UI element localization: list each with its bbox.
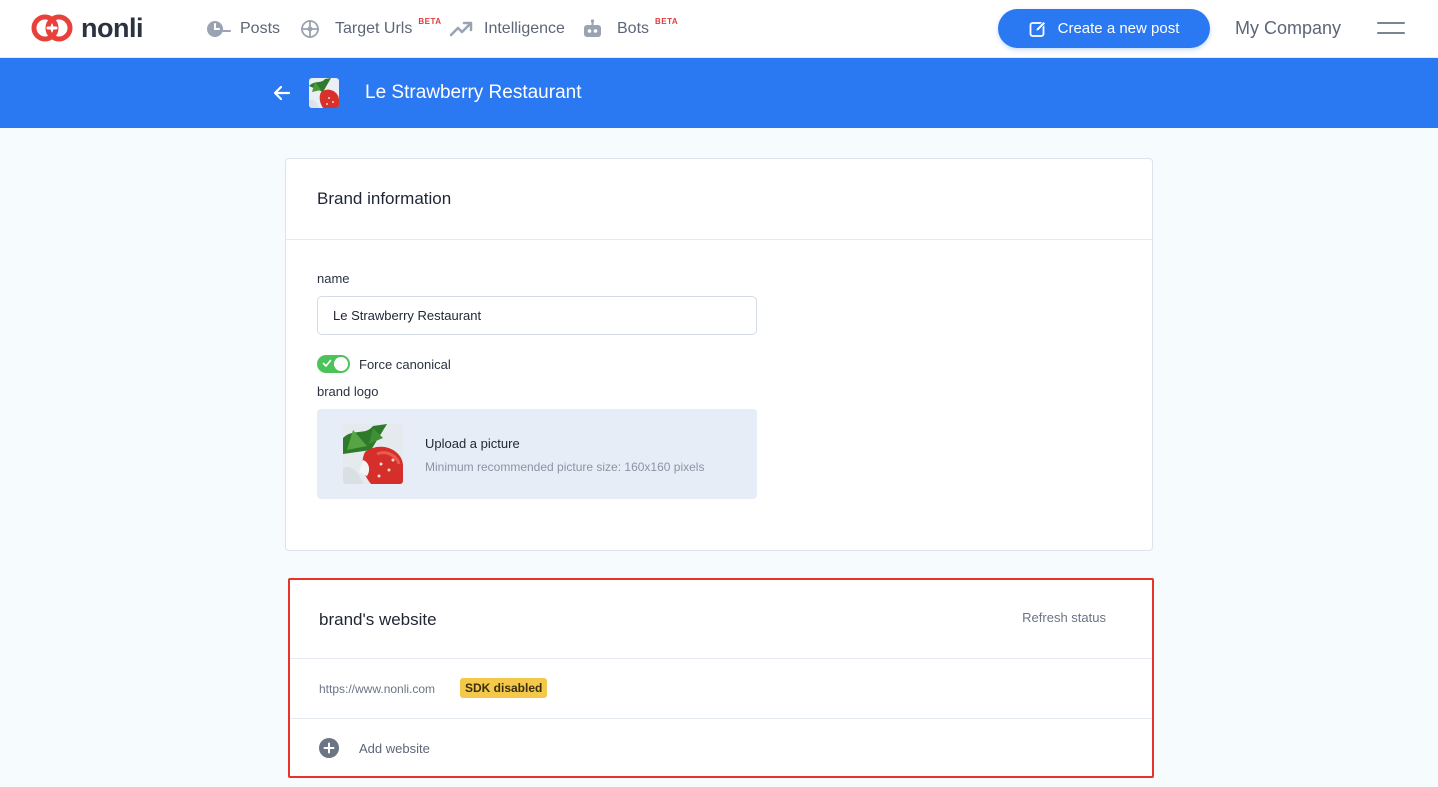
card-header: brand's website Refresh status: [290, 580, 1152, 659]
website-url[interactable]: https://www.nonli.com: [319, 682, 435, 696]
website-row: https://www.nonli.com SDK disabled: [290, 659, 1152, 719]
nav-label-target-urls: Target Urls: [335, 20, 413, 37]
plus-circle-icon: [319, 738, 339, 758]
nav-item-intelligence[interactable]: Intelligence: [449, 17, 565, 41]
nav-label-bots: Bots: [617, 20, 650, 37]
refresh-status-link[interactable]: Refresh status: [1022, 610, 1106, 625]
brand-website-card: brand's website Refresh status https://w…: [288, 578, 1154, 778]
name-label: name: [317, 271, 350, 286]
trend-icon: [449, 21, 473, 37]
nav-label-posts: Posts: [240, 20, 281, 37]
company-switcher[interactable]: My Company: [1235, 16, 1341, 40]
strawberry-image-icon: [309, 78, 339, 108]
add-website-button[interactable]: Add website: [290, 719, 1152, 776]
brand-header-bar: Le Strawberry Restaurant: [0, 58, 1438, 128]
target-icon: [301, 20, 319, 38]
nav-item-target-urls[interactable]: Target Urls BETA: [300, 17, 442, 41]
force-canonical-toggle[interactable]: [317, 355, 350, 373]
brand-logo-label: brand logo: [317, 384, 379, 399]
bot-icon: [584, 19, 601, 37]
brand-information-title: Brand information: [317, 189, 452, 208]
nonli-logo[interactable]: nonli: [31, 12, 143, 44]
edit-icon: [1029, 20, 1046, 37]
nonli-logo-icon: [31, 14, 73, 42]
toggle-knob: [334, 357, 348, 371]
brand-name-input[interactable]: [317, 296, 757, 335]
top-navigation: nonli Posts Target Urls BETA Intelligenc…: [0, 0, 1438, 58]
add-website-label: Add website: [359, 741, 430, 756]
upload-title: Upload a picture: [425, 436, 520, 451]
back-arrow-icon[interactable]: [272, 83, 292, 103]
brand-logo-preview: [343, 424, 403, 484]
beta-badge: BETA: [418, 17, 442, 26]
nav-item-bots[interactable]: Bots BETA: [582, 17, 678, 41]
card-header: Brand information: [286, 159, 1152, 240]
strawberry-image-icon: [343, 424, 403, 484]
menu-icon[interactable]: [1377, 20, 1405, 36]
check-icon: [322, 359, 332, 367]
nav-item-posts[interactable]: Posts: [205, 17, 280, 41]
upload-hint: Minimum recommended picture size: 160x16…: [425, 460, 705, 474]
logo-text: nonli: [81, 13, 143, 43]
nav-label-intelligence: Intelligence: [484, 20, 565, 37]
sdk-status-badge: SDK disabled: [460, 678, 548, 698]
force-canonical-label: Force canonical: [359, 357, 451, 372]
beta-badge: BETA: [655, 17, 679, 26]
brand-title: Le Strawberry Restaurant: [365, 82, 582, 103]
create-post-label: Create a new post: [1057, 20, 1180, 37]
logo-upload-area[interactable]: Upload a picture Minimum recommended pic…: [317, 409, 757, 499]
brand-thumbnail: [309, 78, 339, 108]
brand-information-card: Brand information name Force canonical b…: [285, 158, 1153, 551]
posts-icon: [207, 21, 231, 37]
create-post-button[interactable]: Create a new post: [998, 9, 1210, 48]
brand-website-title: brand's website: [319, 610, 437, 629]
